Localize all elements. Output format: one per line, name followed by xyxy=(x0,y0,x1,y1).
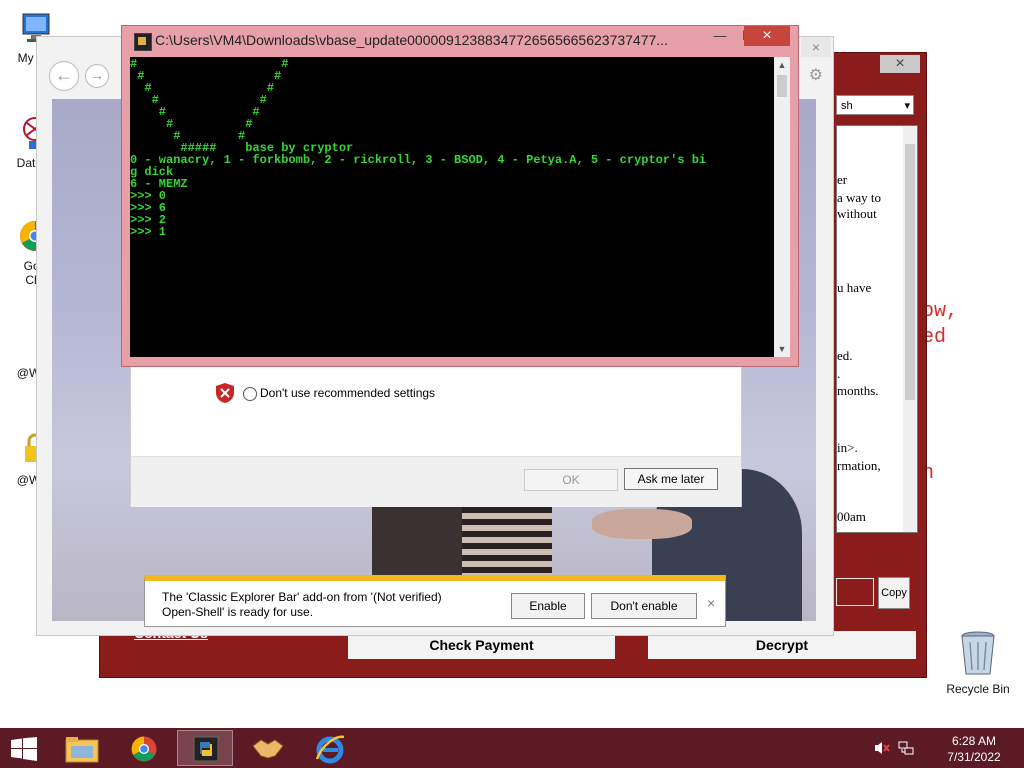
minimize-button[interactable]: — xyxy=(706,26,734,46)
bitcoin-address-field[interactable] xyxy=(836,578,874,606)
ok-button[interactable]: OK xyxy=(524,469,618,491)
console-title: C:\Users\VM4\Downloads\vbase_update00000… xyxy=(155,32,668,48)
addon-notification-bar[interactable]: The 'Classic Explorer Bar' add-on from '… xyxy=(144,575,726,627)
console-titlebar[interactable]: C:\Users\VM4\Downloads\vbase_update00000… xyxy=(122,26,798,56)
note-line: er xyxy=(837,172,848,187)
chevron-down-icon: ▾ xyxy=(904,100,910,112)
note-line: rmation, xyxy=(837,458,881,473)
dont-enable-button[interactable]: Don't enable xyxy=(591,593,697,619)
speaker-muted-icon[interactable] xyxy=(874,740,890,756)
radio-label: Don't use recommended settings xyxy=(260,386,436,400)
scrollbar-thumb[interactable] xyxy=(905,144,915,400)
scroll-down-icon[interactable]: ▼ xyxy=(774,341,790,357)
note-line: without xyxy=(837,206,877,221)
note-line: . xyxy=(837,366,841,381)
note-line: u have xyxy=(837,280,872,295)
note-line: in>. xyxy=(837,440,858,455)
windows-start-icon[interactable] xyxy=(10,737,38,761)
ransom-note[interactable]: er a way to without u have ed. . months.… xyxy=(836,125,918,533)
scrollbar-thumb[interactable] xyxy=(777,75,787,97)
desktop: My Co DataW Goo Chr @Wan @Wan ow, ed n ×… xyxy=(0,0,1024,728)
python-icon xyxy=(193,736,219,762)
network-icon[interactable] xyxy=(898,740,914,756)
video-hand xyxy=(592,509,692,539)
enable-button[interactable]: Enable xyxy=(511,593,585,619)
taskbar: 6:28 AM 7/31/2022 xyxy=(0,728,1024,768)
taskbar-handshake-app[interactable] xyxy=(239,730,295,766)
gear-icon[interactable]: ⚙ xyxy=(809,65,823,85)
dialog-footer: OK Ask me later xyxy=(131,456,741,507)
dont-use-recommended-radio[interactable] xyxy=(243,387,257,401)
note-line: months. xyxy=(837,383,879,398)
recycle-bin-icon xyxy=(961,631,995,675)
notification-message: The 'Classic Explorer Bar' add-on from '… xyxy=(162,590,442,619)
console-line: >>> 1 xyxy=(130,225,167,239)
chrome-icon xyxy=(131,736,157,762)
handshake-icon xyxy=(252,739,284,759)
console-line: 0 - wanacry, 1 - forkbomb, 2 - rickroll,… xyxy=(130,153,707,167)
language-value: sh xyxy=(841,100,853,112)
taskbar-python-console[interactable] xyxy=(177,730,233,766)
clock-time: 6:28 AM xyxy=(951,734,997,748)
taskbar-chrome[interactable] xyxy=(115,730,171,766)
console-scrollbar[interactable]: ▲ ▼ xyxy=(774,57,790,357)
console-app-icon xyxy=(134,33,152,51)
close-icon[interactable]: × xyxy=(801,37,831,57)
console-output[interactable]: # # # # # # # # # # # # # # ##### base b… xyxy=(130,57,774,357)
close-icon[interactable]: × xyxy=(880,55,920,73)
recycle-bin-label: Recycle Bin xyxy=(946,682,1010,696)
desktop-icon-recycle-bin[interactable]: Recycle Bin xyxy=(938,630,1018,696)
close-button[interactable]: × xyxy=(744,26,790,46)
taskbar-internet-explorer[interactable] xyxy=(301,730,357,766)
clock-date: 7/31/2022 xyxy=(947,750,1001,764)
console-window[interactable]: C:\Users\VM4\Downloads\vbase_update00000… xyxy=(121,25,799,367)
copy-button[interactable]: Copy xyxy=(878,577,910,609)
red-warning-text: ow, xyxy=(922,300,959,323)
shield-warning-icon xyxy=(216,383,234,403)
internet-explorer-icon xyxy=(315,735,345,764)
ask-me-later-button[interactable]: Ask me later xyxy=(624,468,718,490)
folder-icon xyxy=(65,737,99,763)
scroll-up-icon[interactable]: ▲ xyxy=(774,57,790,73)
forward-button[interactable]: → xyxy=(85,64,109,88)
language-select[interactable]: sh ▾ xyxy=(836,95,914,115)
system-clock[interactable]: 6:28 AM 7/31/2022 xyxy=(934,733,1014,765)
close-icon[interactable]: × xyxy=(707,595,715,611)
note-line: a way to xyxy=(837,190,882,205)
note-scrollbar[interactable] xyxy=(903,126,917,532)
note-line: 00am xyxy=(837,509,866,524)
taskbar-file-explorer[interactable] xyxy=(53,730,109,766)
settings-dialog[interactable]: Don't use recommended settings OK Ask me… xyxy=(130,355,742,507)
back-button[interactable]: ← xyxy=(49,61,79,91)
note-line: ed. xyxy=(837,348,853,363)
